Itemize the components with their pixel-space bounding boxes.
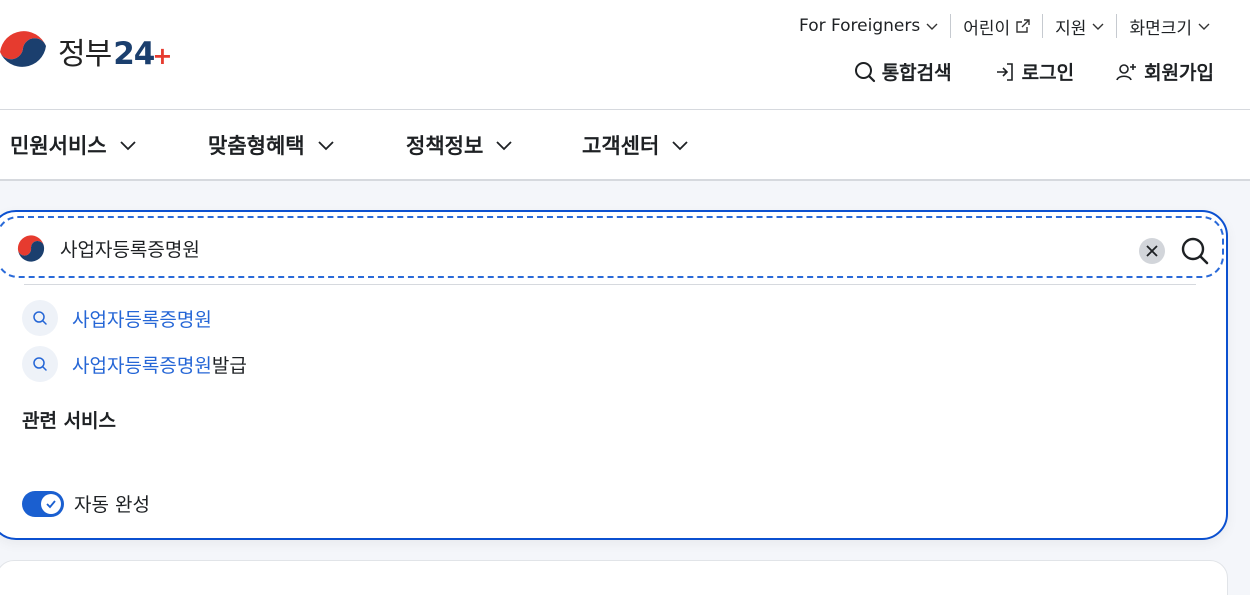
logo-text-ko: 정부 bbox=[58, 37, 112, 72]
chevron-down-icon bbox=[1092, 23, 1104, 30]
main-nav: 민원서비스 맞춤형혜택 정책정보 고객센터 bbox=[0, 110, 1250, 181]
login-button[interactable]: 로그인 bbox=[994, 58, 1074, 85]
search-submit-icon[interactable] bbox=[1180, 236, 1210, 266]
autocomplete-label: 자동 완성 bbox=[74, 494, 150, 516]
chevron-down-icon bbox=[317, 141, 334, 151]
search-panel: 사업자등록증명원 사업자등록증명원발급 관련 서비스 자동 완성 bbox=[0, 210, 1228, 540]
support-label: 지원 bbox=[1055, 18, 1087, 39]
suggestion-rest: 발급 bbox=[211, 354, 247, 377]
logo-text-num: 24 bbox=[113, 36, 155, 72]
screen-size-label: 화면크기 bbox=[1129, 18, 1192, 39]
support-menu[interactable]: 지원 bbox=[1042, 14, 1116, 39]
clear-search-button[interactable] bbox=[1139, 238, 1165, 264]
content-card bbox=[0, 560, 1228, 595]
suggestion-highlight: 사업자등록증명원 bbox=[72, 308, 212, 331]
chevron-down-icon bbox=[672, 141, 688, 151]
close-icon bbox=[1146, 245, 1158, 257]
search-icon bbox=[854, 61, 875, 82]
gov24-logo[interactable]: 정부 24 + bbox=[0, 22, 172, 80]
signup-button[interactable]: 회원가입 bbox=[1116, 58, 1214, 85]
nav-item-customer-center[interactable]: 고객센터 bbox=[582, 130, 689, 160]
chevron-down-icon bbox=[119, 141, 136, 151]
search-divider bbox=[24, 284, 1196, 285]
suggestion-highlight: 사업자등록증명원 bbox=[72, 354, 212, 377]
nav-item-policy-info[interactable]: 정책정보 bbox=[406, 130, 513, 160]
signup-label: 회원가입 bbox=[1144, 62, 1214, 84]
screen-size-menu[interactable]: 화면크기 bbox=[1116, 14, 1222, 39]
logo-wordmark: 정부 24 + bbox=[58, 29, 172, 73]
nav-item-label: 고객센터 bbox=[582, 134, 660, 158]
suggestion-item[interactable]: 사업자등록증명원 발급 bbox=[22, 346, 247, 382]
logo-text-plus: + bbox=[152, 42, 172, 70]
nav-item-label: 정책정보 bbox=[406, 134, 484, 158]
suggestion-item[interactable]: 사업자등록증명원 bbox=[22, 300, 212, 336]
check-icon bbox=[46, 499, 56, 508]
login-icon bbox=[996, 62, 1013, 81]
header-actions: 통합검색 로그인 회원가입 bbox=[854, 58, 1214, 85]
chevron-down-icon bbox=[496, 141, 512, 151]
kids-link[interactable]: 어린이 bbox=[950, 14, 1042, 39]
suggestion-search-icon bbox=[22, 346, 58, 382]
related-services-title: 관련 서비스 bbox=[22, 410, 117, 432]
suggestion-search-icon bbox=[22, 300, 58, 336]
login-label: 로그인 bbox=[1021, 62, 1075, 84]
integrated-search-button[interactable]: 통합검색 bbox=[854, 58, 952, 85]
search-bar bbox=[0, 216, 1224, 278]
for-foreigners-menu[interactable]: For Foreigners bbox=[787, 14, 950, 38]
external-link-icon bbox=[1016, 19, 1030, 33]
autocomplete-toggle[interactable] bbox=[22, 490, 64, 517]
chevron-down-icon bbox=[1198, 23, 1210, 30]
taegeuk-logo-icon bbox=[0, 31, 46, 67]
nav-item-label: 맞춤형혜택 bbox=[208, 134, 305, 158]
nav-item-label: 민원서비스 bbox=[10, 134, 107, 158]
site-header: 정부 24 + For Foreigners 어린이 지원 화면크기 통합검색 bbox=[0, 0, 1250, 110]
integrated-search-label: 통합검색 bbox=[881, 62, 952, 84]
nav-item-custom-benefits[interactable]: 맞춤형혜택 bbox=[208, 130, 335, 160]
nav-item-civil-service[interactable]: 민원서비스 bbox=[10, 130, 137, 160]
for-foreigners-label: For Foreigners bbox=[799, 16, 921, 36]
toggle-knob bbox=[41, 493, 61, 514]
taegeuk-small-icon bbox=[17, 235, 45, 262]
kids-label: 어린이 bbox=[963, 18, 1011, 39]
autocomplete-toggle-row: 자동 완성 bbox=[22, 490, 150, 517]
user-add-icon bbox=[1116, 63, 1137, 80]
chevron-down-icon bbox=[926, 23, 938, 30]
utility-menu: For Foreigners 어린이 지원 화면크기 bbox=[787, 14, 1222, 39]
search-input[interactable] bbox=[60, 230, 1060, 266]
